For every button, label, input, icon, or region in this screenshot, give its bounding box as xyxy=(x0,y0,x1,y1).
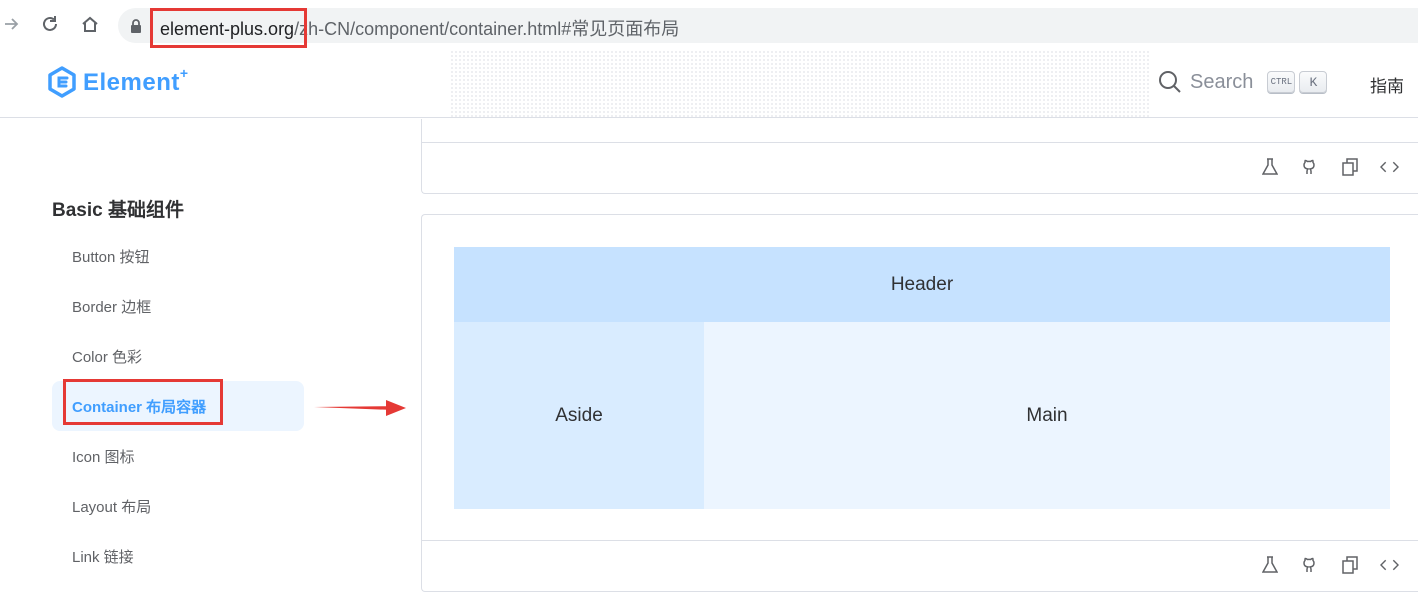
nav-guide-link[interactable]: 指南 xyxy=(1370,72,1404,97)
kbd-k: K xyxy=(1299,71,1328,93)
logo-plus: + xyxy=(179,65,189,81)
sidebar-item-icon[interactable]: Icon 图标 xyxy=(52,431,304,481)
sidebar-group-title: Basic 基础组件 xyxy=(52,200,184,221)
demo-header: Header xyxy=(454,247,1390,322)
demo-block-container: Header Aside Main xyxy=(421,214,1418,592)
code-icon[interactable] xyxy=(1380,157,1399,176)
github-icon[interactable] xyxy=(1300,157,1319,176)
forward-icon[interactable] xyxy=(0,12,24,36)
sidebar: Basic 基础组件 Button 按钮 Border 边框 Color 色彩 … xyxy=(0,119,420,600)
demo-operations xyxy=(1260,555,1399,574)
browser-toolbar: element-plus.org/zh-CN/component/contain… xyxy=(0,0,1418,50)
copy-icon[interactable] xyxy=(1340,555,1359,574)
header-dot-pattern xyxy=(450,50,1150,117)
playground-icon[interactable] xyxy=(1260,555,1279,574)
reload-icon[interactable] xyxy=(38,12,62,36)
element-logo[interactable]: Element + xyxy=(47,65,189,100)
url-domain-highlight-box xyxy=(150,8,307,48)
github-icon[interactable] xyxy=(1300,555,1319,574)
sidebar-highlight-box xyxy=(63,379,223,425)
search-label: Search xyxy=(1190,70,1254,93)
demo-divider xyxy=(422,142,1418,143)
site-header: Element + Search CTRL K 指南 xyxy=(0,50,1418,118)
container-layout-demo: Header Aside Main xyxy=(454,247,1390,509)
search-icon xyxy=(1159,71,1181,93)
url-path: /zh-CN/component/container.html#常见页面布局 xyxy=(294,19,680,39)
demo-aside: Aside xyxy=(454,322,704,509)
demo-divider xyxy=(422,540,1418,541)
sidebar-item-link[interactable]: Link 链接 xyxy=(52,531,304,581)
address-bar[interactable]: element-plus.org/zh-CN/component/contain… xyxy=(118,8,1418,43)
demo-main: Main xyxy=(704,322,1390,509)
playground-icon[interactable] xyxy=(1260,157,1279,176)
home-icon[interactable] xyxy=(78,12,102,36)
element-logo-icon xyxy=(48,66,76,98)
sidebar-item-border[interactable]: Border 边框 xyxy=(52,281,304,331)
logo-text: Element xyxy=(83,69,180,96)
sidebar-item-layout[interactable]: Layout 布局 xyxy=(52,481,304,531)
demo-block-previous xyxy=(421,119,1418,194)
demo-operations xyxy=(1260,157,1399,176)
sidebar-item-color[interactable]: Color 色彩 xyxy=(52,331,304,381)
red-arrow-icon xyxy=(314,400,406,416)
copy-icon[interactable] xyxy=(1340,157,1359,176)
kbd-ctrl: CTRL xyxy=(1267,71,1296,93)
search-button[interactable]: Search CTRL K xyxy=(1158,70,1328,94)
code-icon[interactable] xyxy=(1380,555,1399,574)
lock-icon[interactable] xyxy=(130,19,142,38)
sidebar-item-button[interactable]: Button 按钮 xyxy=(52,231,304,281)
